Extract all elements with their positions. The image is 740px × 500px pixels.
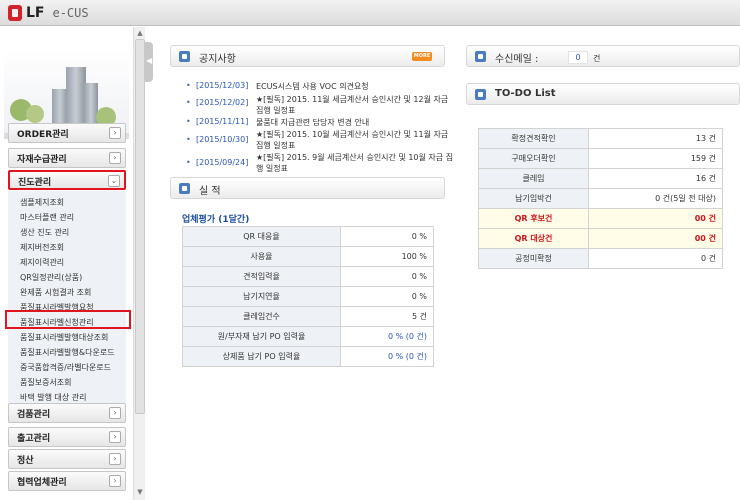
- table-row[interactable]: 납기임박건 0 건(5일 전 대상): [478, 188, 723, 209]
- notice-text[interactable]: ★[필독] 2015. 11월 세금계산서 승인시간 및 12월 자금 집행 일…: [256, 94, 456, 116]
- notice-date: [2015/12/03]: [196, 81, 249, 90]
- chevron-right-icon[interactable]: ›: [109, 127, 121, 139]
- menu-order-label: ORDER관리: [17, 130, 69, 140]
- notice-date: [2015/11/11]: [196, 117, 249, 126]
- submenu-item[interactable]: 중국품합격증/라벨다운로드: [20, 362, 111, 373]
- menu-shipping-label: 출고관리: [17, 434, 51, 444]
- table-row[interactable]: QR 대상건 00 건: [478, 228, 723, 249]
- todo-table: 확정견적확인 13 건 구매오더확인 159 건 클레임 16 건 납기임박건 0 건(…: [478, 128, 723, 269]
- app-logo[interactable]: LF e-CUS: [8, 5, 89, 21]
- submenu-item[interactable]: 제지이력관리: [20, 257, 64, 268]
- submenu-item[interactable]: 생산 진도 관리: [20, 227, 69, 238]
- notice-text[interactable]: ★[필독] 2015. 9월 세금계산서 승인시간 및 10월 자금 집행 일정…: [256, 152, 456, 174]
- table-row: 상제품 납기 PO 입력율 0 % (0 건): [182, 346, 434, 367]
- sidebar-scrollbar[interactable]: ▲ ▼: [133, 27, 145, 500]
- logo-product: e-CUS: [52, 6, 89, 20]
- table-row: 클레임건수 5 건: [182, 306, 434, 327]
- table-row[interactable]: QR 후보건 00 건: [478, 208, 723, 229]
- performance-subtitle: 업체평가 (1달간): [182, 215, 250, 225]
- notice-title: 공지사항: [199, 54, 236, 65]
- panel-icon: [179, 183, 190, 194]
- table-row: 견적입력율 0 %: [182, 266, 434, 287]
- progress-submenu: 샘플제지조회 마스터플랜 관리 생산 진도 관리 제지버전조회 제지이력관리 Q…: [8, 191, 126, 403]
- notice-panel-header: 공지사항: [170, 45, 445, 67]
- sidebar-content: ORDER관리 › 자재수급관리 › 진도관리 ⌄ 샘플제지조회 마스터플랜 관…: [0, 27, 133, 500]
- submenu-item[interactable]: 마스터플랜 관리: [20, 212, 74, 223]
- submenu-item[interactable]: 바택 발행 대상 관리: [20, 392, 87, 403]
- menu-partner[interactable]: 협력업체관리 ›: [8, 471, 126, 491]
- table-row: 납기지연율 0 %: [182, 286, 434, 307]
- notice-more-button[interactable]: MORE: [412, 52, 432, 61]
- submenu-item[interactable]: 완제품 시험결과 조회: [20, 287, 91, 298]
- table-row[interactable]: 공정미확정 0 건: [478, 248, 723, 269]
- submenu-item[interactable]: 품질표시라벨발행대상조회: [20, 332, 108, 343]
- chevron-right-icon[interactable]: ›: [109, 453, 121, 465]
- notice-text[interactable]: 물품대 지급관련 담당자 변경 안내: [256, 117, 456, 128]
- mail-panel-header: 수신메일 :: [466, 45, 740, 67]
- scroll-down-icon[interactable]: ▼: [136, 488, 144, 496]
- menu-order[interactable]: ORDER관리 ›: [8, 123, 126, 143]
- chevron-down-icon[interactable]: ⌄: [108, 175, 120, 187]
- top-bar: LF e-CUS: [0, 0, 740, 26]
- table-row: 사용율 100 %: [182, 246, 434, 267]
- mail-unit: 건: [593, 54, 601, 63]
- todo-title: TO-DO List: [495, 88, 556, 99]
- table-row[interactable]: 클레임 16 건: [478, 168, 723, 189]
- performance-panel-header: 실 적: [170, 177, 445, 199]
- table-row: QR 대응율 0 %: [182, 226, 434, 247]
- notice-date: [2015/10/30]: [196, 135, 249, 144]
- menu-material-label: 자재수급관리: [17, 155, 67, 165]
- menu-material[interactable]: 자재수급관리 ›: [8, 148, 126, 168]
- mail-title: 수신메일 :: [495, 54, 539, 65]
- table-row[interactable]: 확정견적확인 13 건: [478, 128, 723, 149]
- mail-icon: [475, 51, 486, 62]
- submenu-item[interactable]: 샘플제지조회: [20, 197, 64, 208]
- chevron-right-icon[interactable]: ›: [109, 407, 121, 419]
- logo-brand: LF: [26, 5, 45, 21]
- table-row[interactable]: 구매오더확인 159 건: [478, 148, 723, 169]
- sidebar-collapse-toggle[interactable]: ◀: [145, 42, 153, 82]
- performance-title: 실 적: [199, 186, 221, 197]
- scroll-up-icon[interactable]: ▲: [136, 29, 144, 37]
- submenu-item[interactable]: 품질보증서조회: [20, 377, 72, 388]
- menu-progress[interactable]: 진도관리 ⌄: [8, 170, 126, 190]
- todo-panel-header: TO-DO List: [466, 83, 740, 105]
- notice-date: [2015/12/02]: [196, 98, 249, 107]
- menu-shipping[interactable]: 출고관리 ›: [8, 427, 126, 447]
- submenu-item[interactable]: QR일정관리(상품): [20, 272, 82, 283]
- menu-partner-label: 협력업체관리: [17, 478, 67, 488]
- notice-date: [2015/09/24]: [196, 158, 249, 167]
- menu-settlement[interactable]: 정산 ›: [8, 449, 126, 469]
- menu-settlement-label: 정산: [17, 456, 34, 466]
- chevron-right-icon[interactable]: ›: [109, 152, 121, 164]
- notice-text[interactable]: ECUS시스템 사용 VOC 의견요청: [256, 81, 456, 92]
- scroll-thumb[interactable]: [135, 39, 145, 414]
- mail-count[interactable]: 0: [568, 51, 588, 64]
- menu-progress-label: 진도관리: [18, 178, 52, 188]
- selected-submenu-highlight: [5, 310, 131, 329]
- chevron-left-icon: ◀: [146, 56, 153, 65]
- list-icon: [475, 89, 486, 100]
- panel-icon: [179, 51, 190, 62]
- submenu-item[interactable]: 품질표시라벨발행&다운로드: [20, 347, 115, 358]
- chevron-right-icon[interactable]: ›: [109, 431, 121, 443]
- table-row: 원/부자재 납기 PO 입력율 0 % (0 건): [182, 326, 434, 347]
- menu-inspection-label: 검품관리: [17, 410, 51, 420]
- performance-table: QR 대응율 0 % 사용율 100 % 견적입력율 0 % 납기지연율 0 % 클레임…: [182, 226, 434, 367]
- chevron-right-icon[interactable]: ›: [109, 475, 121, 487]
- notice-text[interactable]: ★[필독] 2015. 10월 세금계산서 승인시간 및 11월 자금 집행 일…: [256, 129, 456, 151]
- menu-inspection[interactable]: 검품관리 ›: [8, 403, 126, 423]
- lf-logo-icon: [8, 5, 22, 21]
- submenu-item[interactable]: 제지버전조회: [20, 242, 64, 253]
- sidebar: ORDER관리 › 자재수급관리 › 진도관리 ⌄ 샘플제지조회 마스터플랜 관…: [0, 27, 145, 500]
